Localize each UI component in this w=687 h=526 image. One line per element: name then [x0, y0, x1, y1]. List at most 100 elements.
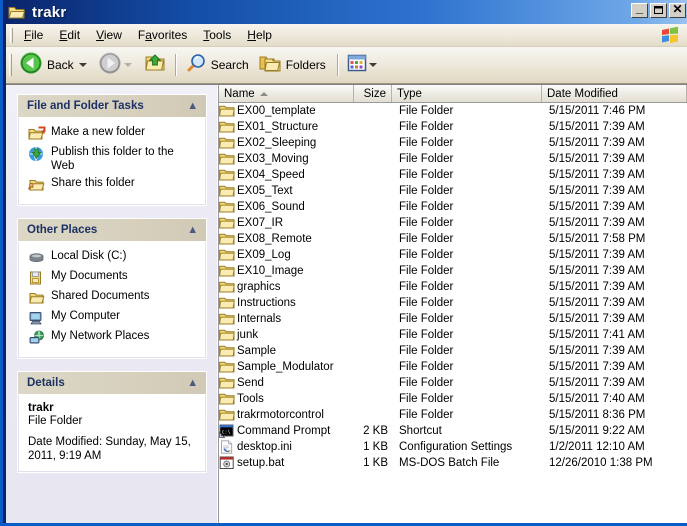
- place-my-network-places[interactable]: My Network Places: [28, 329, 197, 346]
- place-label: Shared Documents: [51, 290, 150, 302]
- table-row[interactable]: EX06_Sound File Folder 5/15/2011 7:39 AM: [219, 199, 687, 215]
- minimize-button[interactable]: _: [631, 1, 648, 18]
- table-row[interactable]: EX08_Remote File Folder 5/15/2011 7:58 PM: [219, 231, 687, 247]
- table-row[interactable]: graphics File Folder 5/15/2011 7:39 AM: [219, 279, 687, 295]
- close-button[interactable]: ✕: [669, 3, 686, 18]
- table-row[interactable]: Instructions File Folder 5/15/2011 7:39 AM: [219, 295, 687, 311]
- file-list-pane: Name Size Type Date Modified EX00_templa…: [218, 85, 687, 523]
- cell-name: EX10_Image: [219, 264, 354, 278]
- chevron-up-icon[interactable]: ▲: [187, 101, 199, 112]
- folder-icon: [219, 392, 235, 406]
- table-row[interactable]: c:\ Command Prompt 2 KB Shortcut 5/15/2011 9…: [219, 423, 687, 439]
- menu-bar: File Edit View Favorites Tools Help: [6, 24, 687, 47]
- menu-tools[interactable]: Tools: [195, 26, 239, 44]
- cell-name: Send: [219, 376, 354, 390]
- panel-header-details[interactable]: Details ▲: [18, 372, 206, 395]
- table-row[interactable]: EX05_Text File Folder 5/15/2011 7:39 AM: [219, 183, 687, 199]
- table-row[interactable]: EX00_template File Folder 5/15/2011 7:46 P…: [219, 103, 687, 119]
- file-list-header: Name Size Type Date Modified: [219, 85, 687, 103]
- menu-edit-rest: dit: [67, 28, 81, 42]
- folder-icon: [219, 264, 235, 278]
- folder-icon: [219, 168, 235, 182]
- task-share-this-folder[interactable]: Share this folder: [28, 176, 197, 193]
- file-name-label: EX08_Remote: [237, 233, 312, 245]
- views-button[interactable]: [344, 50, 385, 80]
- panel-body-other-places: Local Disk (C:) My Documents Shared Docu…: [18, 242, 206, 358]
- cell-type: File Folder: [399, 393, 454, 405]
- menu-help-rest: elp: [255, 28, 272, 42]
- menu-grip[interactable]: [10, 27, 13, 43]
- menu-view[interactable]: View: [88, 26, 130, 44]
- table-row[interactable]: desktop.ini 1 KB Configuration Settings 1/2…: [219, 439, 687, 455]
- table-row[interactable]: junk File Folder 5/15/2011 7:41 AM: [219, 327, 687, 343]
- file-name-label: EX06_Sound: [237, 201, 305, 213]
- batch-file-icon: [219, 456, 235, 470]
- folders-button[interactable]: Folders: [255, 50, 332, 80]
- folder-icon: [219, 376, 235, 390]
- task-pane: File and Folder Tasks ▲ Make a new folde…: [6, 85, 218, 523]
- client-area: File and Folder Tasks ▲ Make a new folde…: [6, 84, 687, 523]
- file-name-label: EX02_Sleeping: [237, 137, 317, 149]
- table-row[interactable]: EX07_IR File Folder 5/15/2011 7:39 AM: [219, 215, 687, 231]
- cell-type: File Folder: [399, 249, 454, 261]
- column-header-type[interactable]: Type: [392, 85, 542, 102]
- table-row[interactable]: Tools File Folder 5/15/2011 7:40 AM: [219, 391, 687, 407]
- table-row[interactable]: EX03_Moving File Folder 5/15/2011 7:39 AM: [219, 151, 687, 167]
- cell-type: Configuration Settings: [399, 441, 513, 453]
- file-name-label: Command Prompt: [237, 425, 331, 437]
- table-row[interactable]: setup.bat 1 KB MS-DOS Batch File 12/26/2010…: [219, 455, 687, 471]
- cell-type: File Folder: [399, 361, 454, 373]
- cell-name: EX02_Sleeping: [219, 136, 354, 150]
- file-name-label: Sample: [237, 345, 276, 357]
- chevron-up-icon[interactable]: ▲: [187, 378, 199, 389]
- place-local-disk-c[interactable]: Local Disk (C:): [28, 249, 197, 266]
- menu-help[interactable]: Help: [239, 26, 280, 44]
- table-row[interactable]: EX01_Structure File Folder 5/15/2011 7:39 …: [219, 119, 687, 135]
- table-row[interactable]: EX09_Log File Folder 5/15/2011 7:39 AM: [219, 247, 687, 263]
- table-row[interactable]: Sample_Modulator File Folder 5/15/2011 7:3…: [219, 359, 687, 375]
- svg-text:c:\: c:\: [222, 430, 231, 436]
- table-row[interactable]: EX10_Image File Folder 5/15/2011 7:39 AM: [219, 263, 687, 279]
- up-button[interactable]: [140, 50, 170, 80]
- details-spacer: [28, 428, 197, 435]
- cell-date-modified: 5/15/2011 7:41 AM: [549, 329, 645, 341]
- cell-name: graphics: [219, 280, 354, 294]
- task-publish-this-folder-to-the-web[interactable]: Publish this folder to the Web: [28, 145, 197, 173]
- table-row[interactable]: Internals File Folder 5/15/2011 7:39 AM: [219, 311, 687, 327]
- cell-date-modified: 5/15/2011 7:39 AM: [549, 377, 645, 389]
- back-dropdown-chevron-down-icon[interactable]: [78, 63, 87, 67]
- table-row[interactable]: Send File Folder 5/15/2011 7:39 AM: [219, 375, 687, 391]
- place-shared-documents[interactable]: Shared Documents: [28, 289, 197, 306]
- toolbar-separator-1: [174, 54, 177, 76]
- table-row[interactable]: trakrmotorcontrol File Folder 5/15/2011 8:…: [219, 407, 687, 423]
- chevron-up-icon[interactable]: ▲: [187, 225, 199, 236]
- panel-header-file-and-folder-tasks[interactable]: File and Folder Tasks ▲: [18, 95, 206, 118]
- maximize-button[interactable]: [650, 3, 667, 18]
- column-header-size[interactable]: Size: [354, 85, 392, 102]
- cell-type: File Folder: [399, 169, 454, 181]
- back-button[interactable]: Back: [16, 50, 95, 80]
- table-row[interactable]: Sample File Folder 5/15/2011 7:39 AM: [219, 343, 687, 359]
- views-dropdown-chevron-down-icon[interactable]: [368, 63, 377, 67]
- place-my-computer[interactable]: My Computer: [28, 309, 197, 326]
- panel-file-and-folder-tasks: File and Folder Tasks ▲ Make a new folde…: [17, 94, 207, 206]
- toolbar-grip[interactable]: [9, 54, 12, 76]
- up-folder-icon: [143, 52, 167, 79]
- cell-type: File Folder: [399, 409, 454, 421]
- file-name-label: Internals: [237, 313, 282, 325]
- search-button[interactable]: Search: [182, 50, 255, 80]
- panel-header-other-places[interactable]: Other Places ▲: [18, 219, 206, 242]
- windows-flag-logo: [659, 26, 681, 45]
- column-header-name[interactable]: Name: [219, 85, 354, 102]
- menu-edit[interactable]: Edit: [51, 26, 88, 44]
- table-row[interactable]: EX04_Speed File Folder 5/15/2011 7:39 AM: [219, 167, 687, 183]
- cell-date-modified: 5/15/2011 7:39 AM: [549, 345, 645, 357]
- table-row[interactable]: EX02_Sleeping File Folder 5/15/2011 7:39 A…: [219, 135, 687, 151]
- column-header-date-label: Date Modified: [547, 87, 618, 100]
- menu-favorites[interactable]: Favorites: [130, 26, 195, 44]
- place-my-documents[interactable]: My Documents: [28, 269, 197, 286]
- panel-body-details: trakr File Folder Date Modified: Sunday,…: [18, 395, 206, 472]
- task-make-a-new-folder[interactable]: Make a new folder: [28, 125, 197, 142]
- menu-file[interactable]: File: [16, 26, 51, 44]
- column-header-date-modified[interactable]: Date Modified: [542, 85, 687, 102]
